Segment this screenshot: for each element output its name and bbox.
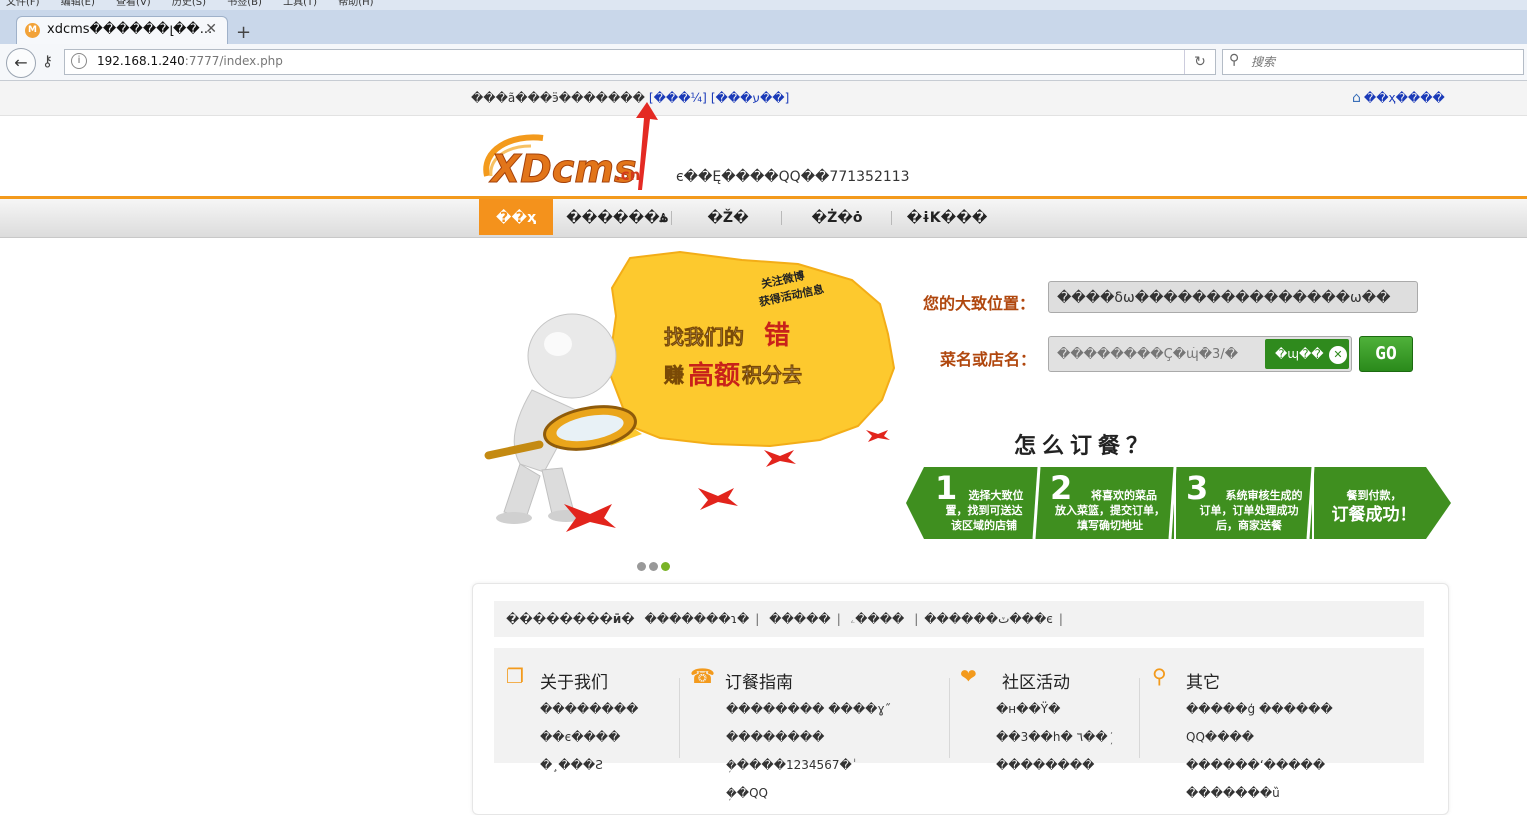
help-link[interactable]: �ܲ�QQ xyxy=(726,786,768,801)
friend-link[interactable]: ٽ������ xyxy=(924,612,1009,626)
help-area: ❐ 关于我们 �������� ��є���� �¸���Ƨ ☎ 订餐指南 ��… xyxy=(494,648,1424,772)
speech-bubble xyxy=(608,250,896,448)
help-link[interactable]: �������� xyxy=(726,730,824,744)
reload-icon[interactable]: ↻ xyxy=(1184,50,1215,74)
search-icon: ⚲ xyxy=(1229,52,1240,68)
help-link[interactable]: ��3��h� ٦��ܲ xyxy=(996,730,1108,745)
phone-icon: ☎ xyxy=(690,664,715,688)
bubble-line-2b: 高额 xyxy=(688,360,740,391)
search-icon: ⚲ xyxy=(1152,664,1167,688)
help-link[interactable]: �н��Ÿ� xyxy=(996,702,1060,716)
favicon-icon: M xyxy=(25,23,40,38)
help-link[interactable]: �����ģ ������ xyxy=(1186,702,1333,716)
help-link[interactable]: �������ȕ xyxy=(1186,786,1280,800)
bubble-line-1a: 找我们的 xyxy=(664,325,744,349)
new-tab-button[interactable]: + xyxy=(236,24,251,42)
help-heading-community: 社区活动 xyxy=(1002,673,1070,693)
help-heading-guide: 订餐指南 xyxy=(725,673,793,693)
menu-help[interactable]: 帮助(H) xyxy=(338,0,373,8)
hotline-text: є��Ę����QQ��771352113 xyxy=(676,169,910,185)
location-label: 您的大致位置： xyxy=(923,294,1036,313)
dish-label: 菜名或店名： xyxy=(940,350,1037,369)
browser-search-input[interactable] xyxy=(1249,53,1513,71)
slider-dots xyxy=(637,556,673,575)
bubble-line-2c: 积分去 xyxy=(742,363,802,387)
friend-link[interactable]: �������ɿ� xyxy=(644,612,749,626)
nav-item-3[interactable]: �Ž� xyxy=(690,199,766,235)
slider-dot[interactable] xyxy=(637,562,646,571)
close-icon[interactable]: ✕ xyxy=(1329,346,1347,364)
nav-divider xyxy=(781,211,782,225)
menu-tools[interactable]: 工具(T) xyxy=(283,0,317,8)
site-top-bar: ���ã���ӭ������� [���¼] [���ע��] ⌂ ��ҳ���� xyxy=(0,81,1527,116)
menu-view[interactable]: 查看(V) xyxy=(116,0,151,8)
heart-hand-icon: ❤ xyxy=(960,664,977,688)
browser-navbar: ← ⚷ i 192.168.1.240:7777/index.php ↻ ⚲ xyxy=(0,44,1527,81)
nav-item-5[interactable]: �ɨK��� xyxy=(904,199,990,235)
help-link[interactable]: �ܲ����1234567�ٰ xyxy=(726,758,852,773)
site-logo[interactable]: XDcms .cn xyxy=(481,132,646,190)
bubble-line-2a: 赚 xyxy=(663,363,684,387)
bubble-line-1b: 错 xyxy=(764,321,790,351)
go-button[interactable]: GO xyxy=(1359,336,1413,372)
nav-divider xyxy=(671,211,672,225)
key-icon[interactable]: ⚷ xyxy=(42,52,53,70)
info-icon: ❐ xyxy=(506,664,524,688)
browser-tab[interactable]: M xdcms������լ��... ✕ xyxy=(16,16,228,45)
help-heading-other: 其它 xyxy=(1186,673,1220,693)
browser-search-box[interactable]: ⚲ xyxy=(1222,49,1524,75)
tab-strip: M xdcms������լ��... ✕ + xyxy=(0,10,1527,45)
help-link[interactable]: �������� xyxy=(540,702,638,716)
help-link[interactable]: ������ʻ����� xyxy=(1186,758,1325,772)
menu-history[interactable]: 历史(S) xyxy=(172,0,206,8)
back-button[interactable]: ← xyxy=(6,48,36,78)
step-3-text: 系统审核生成的 订单，订单处理成功 后，商家送餐 xyxy=(1199,489,1303,532)
register-link[interactable]: [���ע��] xyxy=(711,91,789,105)
nav-item-home[interactable]: ��ҳ xyxy=(479,199,553,235)
column-divider xyxy=(1139,678,1140,758)
home-icon: ⌂ xyxy=(1352,90,1361,106)
dish-tip-popup: �ɰ�� ✕ xyxy=(1265,339,1349,369)
tab-title: xdcms������լ��... xyxy=(47,22,213,37)
nav-divider xyxy=(891,211,892,225)
browser-menubar: 文件(F) 编辑(E) 查看(V) 历史(S) 书签(B) 工具(T) 帮助(H… xyxy=(0,0,1527,10)
home-link[interactable]: ⌂ ��ҳ���� xyxy=(1352,90,1445,106)
menu-file[interactable]: 文件(F) xyxy=(6,0,40,8)
help-link[interactable]: �������� xyxy=(996,758,1094,772)
tab-close-icon[interactable]: ✕ xyxy=(205,21,217,37)
howto-title: 怎么订餐？ xyxy=(1014,434,1155,459)
slider-dot[interactable] xyxy=(649,562,658,571)
dish-search-input[interactable] xyxy=(1055,343,1269,365)
friend-link[interactable]: ����� xyxy=(769,612,831,626)
column-divider xyxy=(949,678,950,758)
step-2-text: 将喜欢的菜品 放入菜篮，提交订单， 填写确切地址 xyxy=(1055,489,1165,532)
promo-banner[interactable]: 关注微博 获得活动信息 找我们的 错 赚 高额 积分去 xyxy=(480,250,900,550)
info-icon[interactable]: i xyxy=(71,53,87,69)
help-link[interactable]: ��є���� xyxy=(540,730,620,744)
help-heading-about: 关于我们 xyxy=(540,673,608,693)
help-link[interactable]: �¸���Ƨ xyxy=(540,758,603,772)
url-text: 192.168.1.240:7777/index.php xyxy=(97,54,283,68)
location-select[interactable]: ����δѡ���������������ѡ�� xyxy=(1048,281,1418,313)
friend-links-title: ��������ӣ� xyxy=(506,612,635,626)
help-link[interactable]: �������� ����ɣ˝ xyxy=(726,702,891,716)
help-link[interactable]: QQ���� xyxy=(1186,730,1254,744)
column-divider xyxy=(679,678,680,758)
step-4-text: 餐到付款， 订餐成功！ xyxy=(1331,489,1417,525)
nav-item-2[interactable]: ������ۿ xyxy=(560,199,674,235)
slider-dot-active[interactable] xyxy=(661,562,670,571)
url-bar[interactable]: i 192.168.1.240:7777/index.php ↻ xyxy=(64,49,1216,75)
nav-item-4[interactable]: �Ż�ȯ xyxy=(797,199,877,235)
main-nav: ��ҳ ������ۿ �Ž� �Ż�ȯ �ɨK��� xyxy=(0,199,1527,238)
svg-text:.cn: .cn xyxy=(615,166,640,184)
friend-links-bar: ��������ӣ� �������ɿ� | ����� | ٽ������| ��… xyxy=(494,601,1424,637)
dish-search-box: �ɰ��✕ xyxy=(1048,336,1352,372)
menu-edit[interactable]: 编辑(E) xyxy=(61,0,95,8)
step-1-text: 选择大致位 置，找到可送达 该区域的店铺 xyxy=(945,489,1024,532)
menu-bookmarks[interactable]: 书签(B) xyxy=(227,0,262,8)
